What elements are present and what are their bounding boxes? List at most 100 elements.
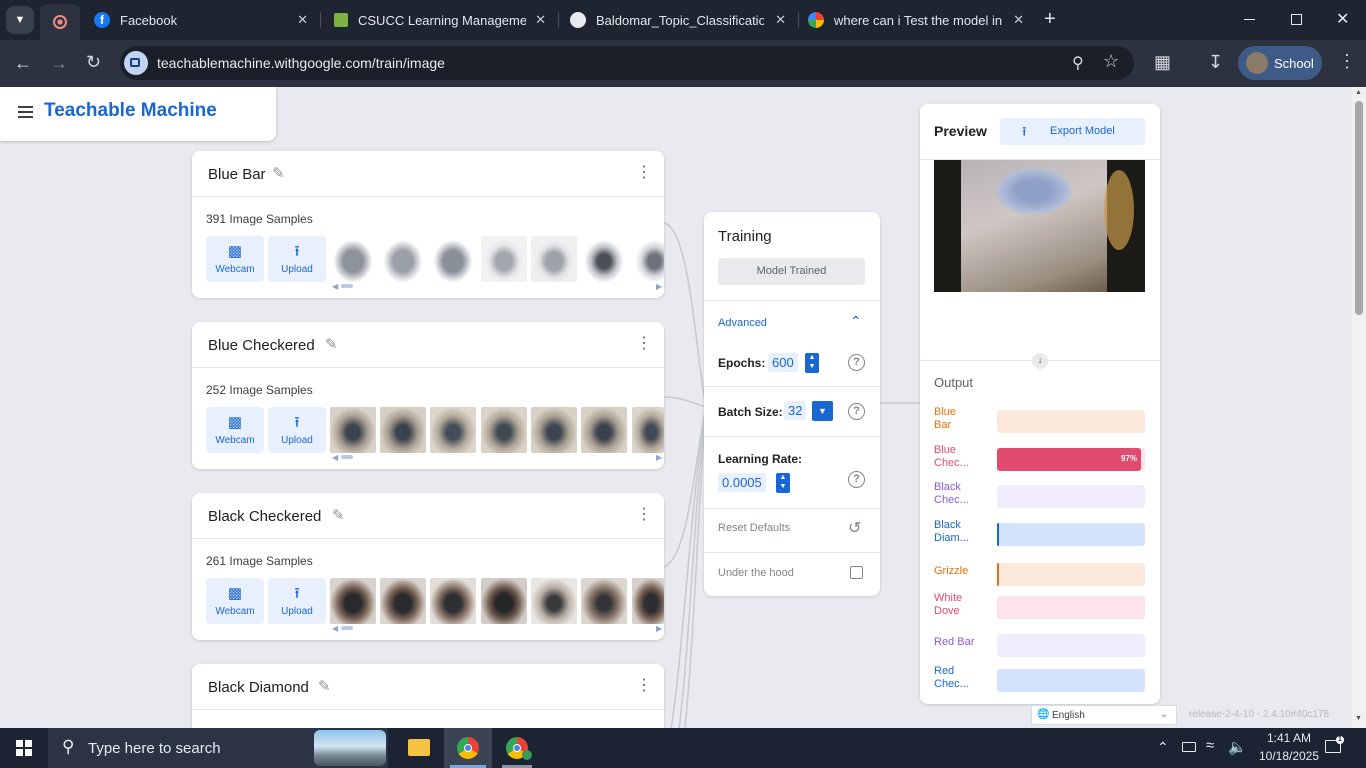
new-tab-button[interactable]: +: [1044, 8, 1056, 31]
tab-github[interactable]: Baldomar_Topic_Classification_F ✕: [560, 0, 796, 40]
sample-thumbnail[interactable]: [581, 236, 627, 282]
class-name[interactable]: Black Diamond: [208, 679, 309, 696]
sample-thumbnail[interactable]: [330, 236, 376, 282]
thumbnail-scrollbar[interactable]: [341, 626, 353, 630]
sample-thumbnail[interactable]: [481, 236, 527, 282]
webcam-button[interactable]: ▩ Webcam: [206, 236, 264, 282]
export-model-button[interactable]: ⭱ Export Model: [1000, 118, 1145, 145]
address-bar[interactable]: teachablemachine.withgoogle.com/train/im…: [120, 46, 1134, 80]
volume-icon[interactable]: 🔈: [1228, 738, 1247, 756]
close-icon[interactable]: ✕: [775, 12, 786, 28]
taskbar-search-box[interactable]: ⚲ Type here to search: [48, 728, 388, 768]
pencil-icon[interactable]: ✎: [272, 164, 285, 182]
minimize-button[interactable]: [1244, 19, 1255, 20]
scroll-right-icon[interactable]: ▶: [656, 624, 662, 633]
batch-size-select[interactable]: 32: [784, 401, 807, 420]
sample-thumbnail[interactable]: [481, 407, 527, 453]
class-name[interactable]: Blue Bar: [208, 166, 266, 183]
page-scrollbar[interactable]: ▲ ▼: [1352, 87, 1366, 728]
sample-thumbnail[interactable]: [531, 578, 577, 624]
close-window-button[interactable]: ✕: [1336, 9, 1349, 29]
clock-time[interactable]: 1:41 AM: [1258, 731, 1320, 745]
tab-search-button[interactable]: ▼: [6, 6, 34, 34]
sample-thumbnail[interactable]: [632, 407, 664, 453]
hamburger-menu-icon[interactable]: [18, 106, 33, 108]
stepper-down-icon[interactable]: ▼: [780, 483, 787, 490]
taskbar-chrome-profile[interactable]: [494, 728, 540, 768]
model-trained-button[interactable]: Model Trained: [718, 258, 865, 285]
upload-button[interactable]: ⭱ Upload: [268, 236, 326, 282]
sample-thumbnail[interactable]: [581, 407, 627, 453]
more-options-icon[interactable]: ⋮: [636, 507, 652, 523]
learning-rate-stepper[interactable]: ▲ ▼: [776, 473, 790, 493]
sample-thumbnail[interactable]: [330, 578, 376, 624]
language-select[interactable]: 🌐 English ⌄: [1031, 705, 1177, 725]
sample-thumbnail[interactable]: [430, 578, 476, 624]
tab-recording[interactable]: [40, 4, 80, 40]
sample-thumbnail[interactable]: [430, 236, 476, 282]
pencil-icon[interactable]: ✎: [332, 506, 345, 524]
sample-thumbnail[interactable]: [632, 578, 664, 624]
more-options-icon[interactable]: ⋮: [636, 165, 652, 181]
scroll-left-icon[interactable]: ◀: [332, 282, 338, 291]
close-icon[interactable]: ✕: [535, 12, 546, 28]
download-icon[interactable]: ↧: [1208, 52, 1223, 73]
menu-kebab-icon[interactable]: ⋮: [1338, 51, 1356, 72]
pencil-icon[interactable]: ✎: [325, 335, 338, 353]
profile-button[interactable]: School: [1238, 46, 1322, 80]
thumbnail-scrollbar[interactable]: [341, 455, 353, 459]
sample-thumbnail[interactable]: [430, 407, 476, 453]
upload-button[interactable]: ⭱ Upload: [268, 407, 326, 453]
tab-csucc[interactable]: CSUCC Learning Management S ✕: [322, 0, 556, 40]
help-icon[interactable]: ?: [848, 354, 865, 371]
taskbar-chrome-active[interactable]: [444, 728, 492, 768]
tab-facebook[interactable]: f Facebook ✕: [82, 0, 318, 40]
clock-date[interactable]: 10/18/2025: [1250, 749, 1328, 763]
arrow-down-icon[interactable]: ↓: [1032, 353, 1048, 369]
scroll-left-icon[interactable]: ◀: [332, 453, 338, 462]
reload-icon[interactable]: ↻: [86, 52, 101, 73]
extensions-icon[interactable]: ▦: [1154, 52, 1171, 73]
sample-thumbnail[interactable]: [531, 407, 577, 453]
help-icon[interactable]: ?: [848, 403, 865, 420]
scroll-right-icon[interactable]: ▶: [656, 282, 662, 291]
sample-thumbnail[interactable]: [330, 407, 376, 453]
tab-google-search[interactable]: where can i Test the model in th ✕: [800, 0, 1034, 40]
sample-thumbnail[interactable]: [531, 236, 577, 282]
advanced-toggle[interactable]: Advanced ⌃: [704, 300, 880, 348]
wifi-icon[interactable]: ≈: [1206, 737, 1214, 754]
chevron-down-icon[interactable]: ▼: [812, 401, 833, 421]
epochs-input[interactable]: 600: [768, 353, 798, 372]
scroll-left-icon[interactable]: ◀: [332, 624, 338, 633]
thumbnail-scrollbar[interactable]: [341, 284, 353, 288]
class-name[interactable]: Blue Checkered: [208, 337, 315, 354]
epochs-stepper[interactable]: ▲ ▼: [805, 353, 819, 373]
sample-thumbnail[interactable]: [380, 236, 426, 282]
restore-button[interactable]: [1291, 14, 1302, 25]
help-icon[interactable]: ?: [848, 471, 865, 488]
forward-arrow-icon[interactable]: →: [50, 53, 68, 74]
learning-rate-input[interactable]: 0.0005: [718, 473, 766, 492]
sample-thumbnail[interactable]: [380, 578, 426, 624]
webcam-button[interactable]: ▩ Webcam: [206, 407, 264, 453]
scroll-down-icon[interactable]: ▼: [1355, 715, 1362, 722]
scroll-up-icon[interactable]: ▲: [1355, 89, 1362, 96]
windows-start-icon[interactable]: [16, 740, 32, 756]
reset-defaults-button[interactable]: Reset Defaults ↺: [704, 508, 880, 552]
taskbar-file-explorer[interactable]: [396, 728, 442, 768]
sample-thumbnail[interactable]: [380, 407, 426, 453]
scroll-thumb[interactable]: [1355, 101, 1363, 315]
more-options-icon[interactable]: ⋮: [636, 678, 652, 694]
zoom-icon[interactable]: ⚲: [1072, 53, 1084, 73]
chevron-up-icon[interactable]: ⌃: [1157, 739, 1169, 756]
close-icon[interactable]: ✕: [297, 12, 308, 28]
sample-thumbnail[interactable]: [581, 578, 627, 624]
more-options-icon[interactable]: ⋮: [636, 336, 652, 352]
sample-thumbnail[interactable]: [481, 578, 527, 624]
webcam-button[interactable]: ▩ Webcam: [206, 578, 264, 624]
class-name[interactable]: Black Checkered: [208, 508, 321, 525]
stepper-up-icon[interactable]: ▲: [809, 354, 816, 361]
stepper-down-icon[interactable]: ▼: [809, 363, 816, 370]
sample-thumbnail[interactable]: [632, 236, 664, 282]
upload-button[interactable]: ⭱ Upload: [268, 578, 326, 624]
